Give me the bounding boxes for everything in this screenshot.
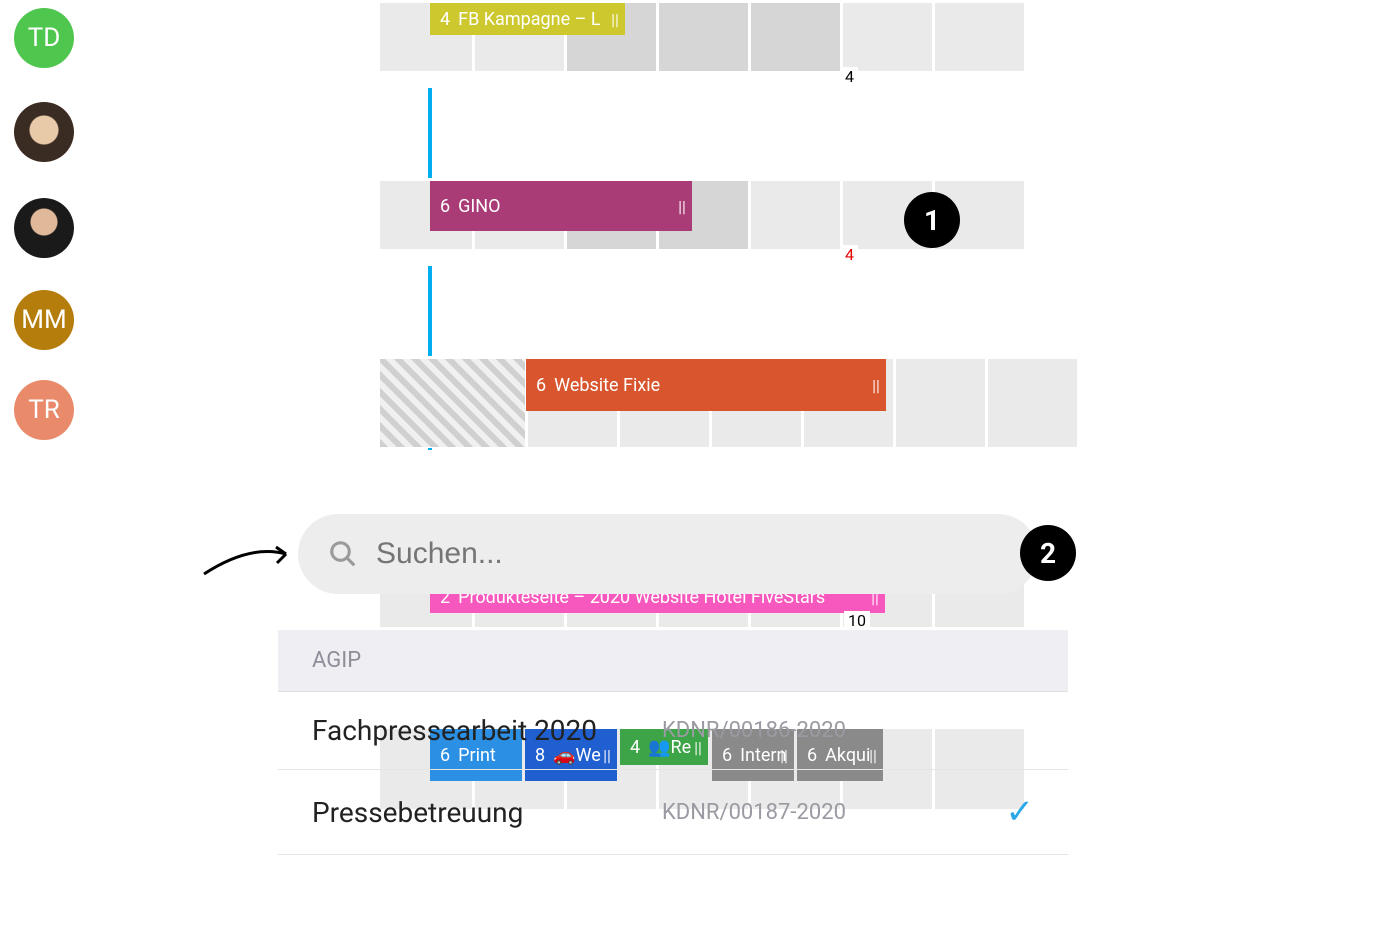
search-input[interactable] (376, 537, 976, 571)
task-title: GINO (458, 196, 500, 217)
timeline-grid: 4 FB Kampagne – L || 4 6 GINO || 4 (380, 0, 1070, 442)
task-title: Website Fixie (554, 375, 660, 396)
timeline-cell[interactable] (656, 3, 748, 71)
search-bar[interactable] (298, 514, 1038, 594)
timeline-cell[interactable] (748, 181, 840, 249)
task-bar-gino[interactable]: 6 GINO || (430, 181, 692, 231)
list-item[interactable]: Fachpressearbeit 2020 KDNR/00186-2020 (278, 692, 1068, 770)
annotation-marker-2: 2 (1020, 525, 1076, 581)
task-hours: 6 (440, 196, 450, 217)
timeline-row: 6 GINO || 4 (380, 178, 1070, 266)
marker-label: 1 (924, 204, 940, 237)
drag-handle-icon[interactable]: || (678, 187, 686, 225)
timeline-cell-blocked[interactable] (380, 359, 525, 447)
timeline-cell[interactable] (840, 3, 932, 71)
drag-handle-icon[interactable]: || (872, 365, 880, 405)
task-hours: 4 (440, 9, 450, 30)
avatar-label: MM (21, 305, 66, 335)
avatar-label: TR (28, 395, 60, 425)
task-bar-website-fixie[interactable]: 6 Website Fixie || (526, 359, 886, 411)
check-icon: ✓ (1006, 792, 1035, 832)
list-item-title: Pressebetreuung (312, 796, 642, 829)
avatar-tr[interactable]: TR (14, 380, 74, 440)
arrow-icon (200, 534, 294, 584)
results-list: AGIP Fachpressearbeit 2020 KDNR/00186-20… (278, 630, 1068, 855)
row-counter: 4 (841, 67, 858, 86)
row-counter: 4 (841, 245, 858, 264)
timeline-cell[interactable] (985, 359, 1077, 447)
task-hours: 6 (536, 375, 546, 396)
task-title: FB Kampagne – L (458, 9, 600, 30)
list-item-title: Fachpressearbeit 2020 (312, 714, 642, 747)
annotation-marker-1: 1 (904, 192, 960, 248)
timeline-row: 4 FB Kampagne – L || 4 (380, 0, 1070, 88)
list-item[interactable]: Pressebetreuung KDNR/00187-2020 ✓ (278, 770, 1068, 855)
avatar-photo-1[interactable] (14, 102, 74, 162)
timeline-row: 6 Website Fixie || (380, 356, 1070, 448)
avatar-mm[interactable]: MM (14, 290, 74, 350)
avatar-photo-2[interactable] (14, 198, 74, 258)
list-section-header: AGIP (278, 630, 1068, 692)
row-counter: 10 (844, 611, 870, 630)
timeline-cell[interactable] (893, 359, 985, 447)
drag-handle-icon[interactable]: || (611, 9, 619, 29)
list-item-code: KDNR/00187-2020 (662, 800, 986, 825)
list-item-code: KDNR/00186-2020 (662, 718, 1034, 743)
avatar-td[interactable]: TD (14, 8, 74, 68)
timeline-cell[interactable] (748, 3, 840, 71)
task-bar-fb-kampagne[interactable]: 4 FB Kampagne – L || (430, 3, 625, 35)
marker-label: 2 (1040, 537, 1056, 570)
search-icon (328, 539, 358, 569)
timeline-cell[interactable] (932, 3, 1024, 71)
avatar-label: TD (28, 23, 61, 53)
